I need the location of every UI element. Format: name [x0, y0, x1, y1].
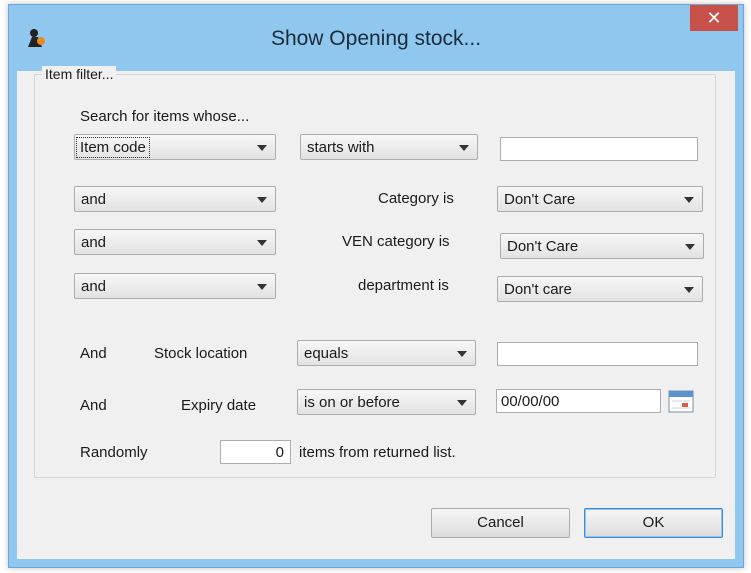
conjunction-select-2[interactable]: and: [74, 229, 276, 255]
stock-location-operator-select[interactable]: equals: [297, 340, 476, 366]
chevron-down-icon: [457, 351, 467, 357]
chevron-down-icon: [457, 400, 467, 406]
field-select[interactable]: Item code: [74, 134, 276, 160]
expiry-date-text: 00/00/00: [501, 393, 560, 410]
chevron-down-icon: [459, 145, 469, 151]
close-icon: ✕: [706, 8, 722, 28]
search-value-input[interactable]: [500, 137, 698, 161]
conjunction-select-1[interactable]: and: [74, 186, 276, 212]
chevron-down-icon: [257, 284, 267, 290]
conjunction-select-2-value: and: [81, 234, 107, 251]
chevron-down-icon: [257, 240, 267, 246]
chevron-down-icon: [257, 145, 267, 151]
stock-location-operator-value: equals: [304, 345, 349, 362]
expiry-date-operator-value: is on or before: [304, 394, 400, 411]
window-title: Show Opening stock...: [270, 27, 482, 50]
ven-category-select-value: Don't Care: [507, 238, 579, 255]
expiry-date-operator-select[interactable]: is on or before: [297, 389, 476, 415]
stock-location-conj: And: [80, 345, 107, 362]
ok-button[interactable]: OK: [584, 508, 723, 538]
chevron-down-icon: [684, 197, 694, 203]
expiry-date-input[interactable]: 00/00/00: [496, 389, 661, 413]
operator-select-value: starts with: [307, 139, 375, 156]
calendar-icon[interactable]: [668, 389, 694, 413]
chevron-down-icon: [257, 197, 267, 203]
field-select-value: Item code: [76, 137, 150, 158]
ven-category-select[interactable]: Don't Care: [500, 233, 704, 259]
operator-select[interactable]: starts with: [300, 134, 478, 160]
random-suffix-label: items from returned list.: [299, 444, 456, 461]
expiry-date-label: Expiry date: [181, 397, 257, 414]
category-label: Category is: [378, 190, 454, 207]
item-filter-legend: Item filter...: [42, 66, 117, 82]
department-select-value: Don't care: [504, 281, 572, 298]
conjunction-select-1-value: and: [81, 191, 107, 208]
chevron-down-icon: [684, 287, 694, 293]
category-select-value: Don't Care: [504, 191, 576, 208]
conjunction-select-3[interactable]: and: [74, 273, 276, 299]
random-count-input[interactable]: 0: [220, 440, 291, 464]
random-count-text: 0: [275, 444, 284, 461]
ven-category-label: VEN category is: [342, 233, 450, 250]
conjunction-select-3-value: and: [81, 278, 107, 295]
title-bar[interactable]: Show Opening stock... ✕: [9, 5, 743, 71]
department-label: department is: [358, 277, 449, 294]
close-button[interactable]: ✕: [690, 5, 738, 31]
cancel-button[interactable]: Cancel: [431, 508, 570, 538]
randomly-label: Randomly: [80, 444, 148, 461]
stock-location-label: Stock location: [154, 345, 248, 362]
expiry-date-conj: And: [80, 397, 107, 414]
department-select[interactable]: Don't care: [497, 276, 703, 302]
stock-location-input[interactable]: [497, 342, 698, 366]
category-select[interactable]: Don't Care: [497, 186, 703, 212]
chevron-down-icon: [685, 244, 695, 250]
search-heading: Search for items whose...: [80, 108, 250, 125]
